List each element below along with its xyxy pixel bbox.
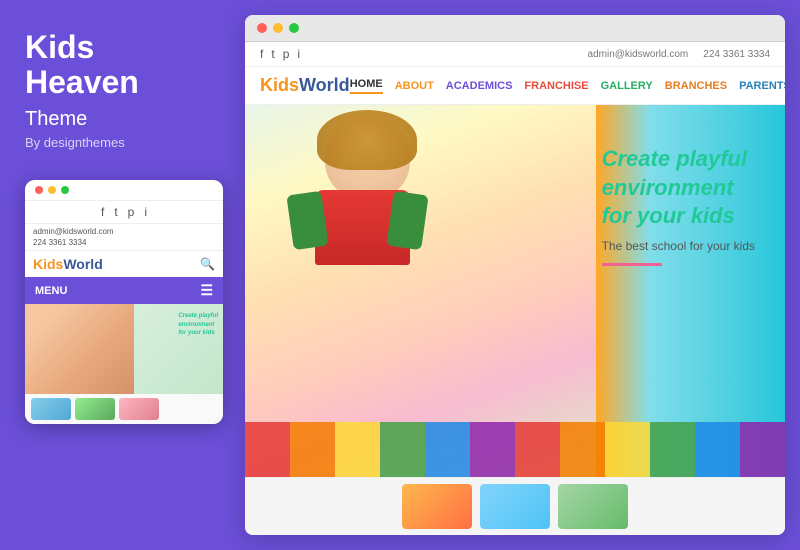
logo-kids-text: Kids [260,75,299,95]
nav-academics[interactable]: ACADEMICS [446,80,513,92]
site-topbar: f t p i admin@kidsworld.com 224 3361 333… [245,42,785,67]
mobile-menu-label: MENU [35,285,67,297]
block-9 [605,422,650,477]
theme-title: KidsHeaven [25,30,220,100]
hero-divider-line [602,263,662,266]
block-10 [650,422,695,477]
pinterest-icon: p [128,205,135,219]
site-facebook-icon[interactable]: f [260,47,263,61]
mobile-search-icon[interactable]: 🔍 [200,257,215,271]
mobile-logo-row: KidsWorld 🔍 [25,251,223,277]
site-phone: 224 3361 3334 [703,49,770,60]
instagram-icon: i [144,205,147,219]
mobile-thumb-1 [31,398,71,420]
browser-dot-red [257,23,267,33]
hero-line3: for your kids [602,203,735,228]
browser-content: f t p i admin@kidsworld.com 224 3361 333… [245,42,785,535]
block-5 [425,422,470,477]
hero-text-overlay: Create playful environment for your kids… [602,145,755,266]
site-twitter-icon[interactable]: t [271,47,274,61]
child-hair [317,110,417,170]
block-1 [245,422,290,477]
dot-green [61,186,69,194]
block-12 [740,422,785,477]
block-6 [470,422,515,477]
hamburger-icon[interactable]: ☰ [200,282,213,299]
logo-world-text: World [299,75,350,95]
mobile-preview: f t p i admin@kidsworld.com 224 3361 333… [25,180,223,424]
site-thumbnails [245,477,785,535]
hero-line2: environment [602,175,734,200]
mobile-hero-text: Create playfulenvironmentfor your kids [178,312,218,337]
mobile-social-bar: f t p i [25,201,223,224]
hero-headline: Create playful environment for your kids [602,145,755,231]
dot-yellow [48,186,56,194]
theme-subtitle: Theme [25,108,220,131]
mobile-menu-bar[interactable]: MENU ☰ [25,277,223,304]
site-email: admin@kidsworld.com [588,49,689,60]
facebook-icon: f [101,205,104,219]
mobile-phone: 224 3361 3334 [33,238,215,247]
logo-world: World [63,256,102,272]
site-instagram-icon[interactable]: i [297,47,300,61]
hero-line1: Create playful [602,146,748,171]
mobile-chrome-dots [25,180,223,201]
block-8 [560,422,605,477]
twitter-icon: t [114,205,117,219]
mobile-thumbnails [25,394,223,424]
mobile-thumb-2 [75,398,115,420]
desktop-browser: f t p i admin@kidsworld.com 224 3361 333… [245,15,785,535]
site-contact-info: admin@kidsworld.com 224 3361 3334 [588,49,770,60]
site-nav: HOME ABOUT ACADEMICS FRANCHISE GALLERY B… [350,78,785,94]
mobile-thumb-3 [119,398,159,420]
hero-blocks [245,422,785,477]
site-social-icons: f t p i [260,47,300,61]
site-hero: Create playful environment for your kids… [245,105,785,477]
browser-chrome [245,15,785,42]
mobile-hero-child-area [25,304,134,394]
nav-gallery[interactable]: GALLERY [601,80,653,92]
left-panel: KidsHeaven Theme By designthemes f t p i… [0,0,245,550]
thumbnail-3[interactable] [558,484,628,529]
site-navbar: KidsWorld HOME ABOUT ACADEMICS FRANCHISE… [245,67,785,105]
child-right-arm [386,191,428,250]
block-2 [290,422,335,477]
site-pinterest-icon[interactable]: p [283,47,290,61]
nav-franchise[interactable]: FRANCHISE [524,80,588,92]
browser-dot-yellow [273,23,283,33]
site-logo: KidsWorld [260,75,350,96]
block-3 [335,422,380,477]
nav-branches[interactable]: BRANCHES [665,80,727,92]
nav-about[interactable]: ABOUT [395,80,434,92]
mobile-hero: Create playfulenvironmentfor your kids [25,304,223,394]
dot-red [35,186,43,194]
mobile-logo: KidsWorld [33,256,103,272]
hero-subtext: The best school for your kids [602,239,755,253]
mobile-contact-bar: admin@kidsworld.com 224 3361 3334 [25,224,223,251]
block-4 [380,422,425,477]
mobile-email: admin@kidsworld.com [33,227,215,236]
nav-parents[interactable]: PARENTS [739,80,785,92]
child-left-arm [286,191,328,250]
nav-home[interactable]: HOME [350,78,383,94]
thumbnail-1[interactable] [402,484,472,529]
thumbnail-2[interactable] [480,484,550,529]
browser-dot-green [289,23,299,33]
theme-author: By designthemes [25,135,220,150]
logo-kids: Kids [33,256,63,272]
hero-background: Create playful environment for your kids… [245,105,785,477]
block-7 [515,422,560,477]
block-11 [695,422,740,477]
